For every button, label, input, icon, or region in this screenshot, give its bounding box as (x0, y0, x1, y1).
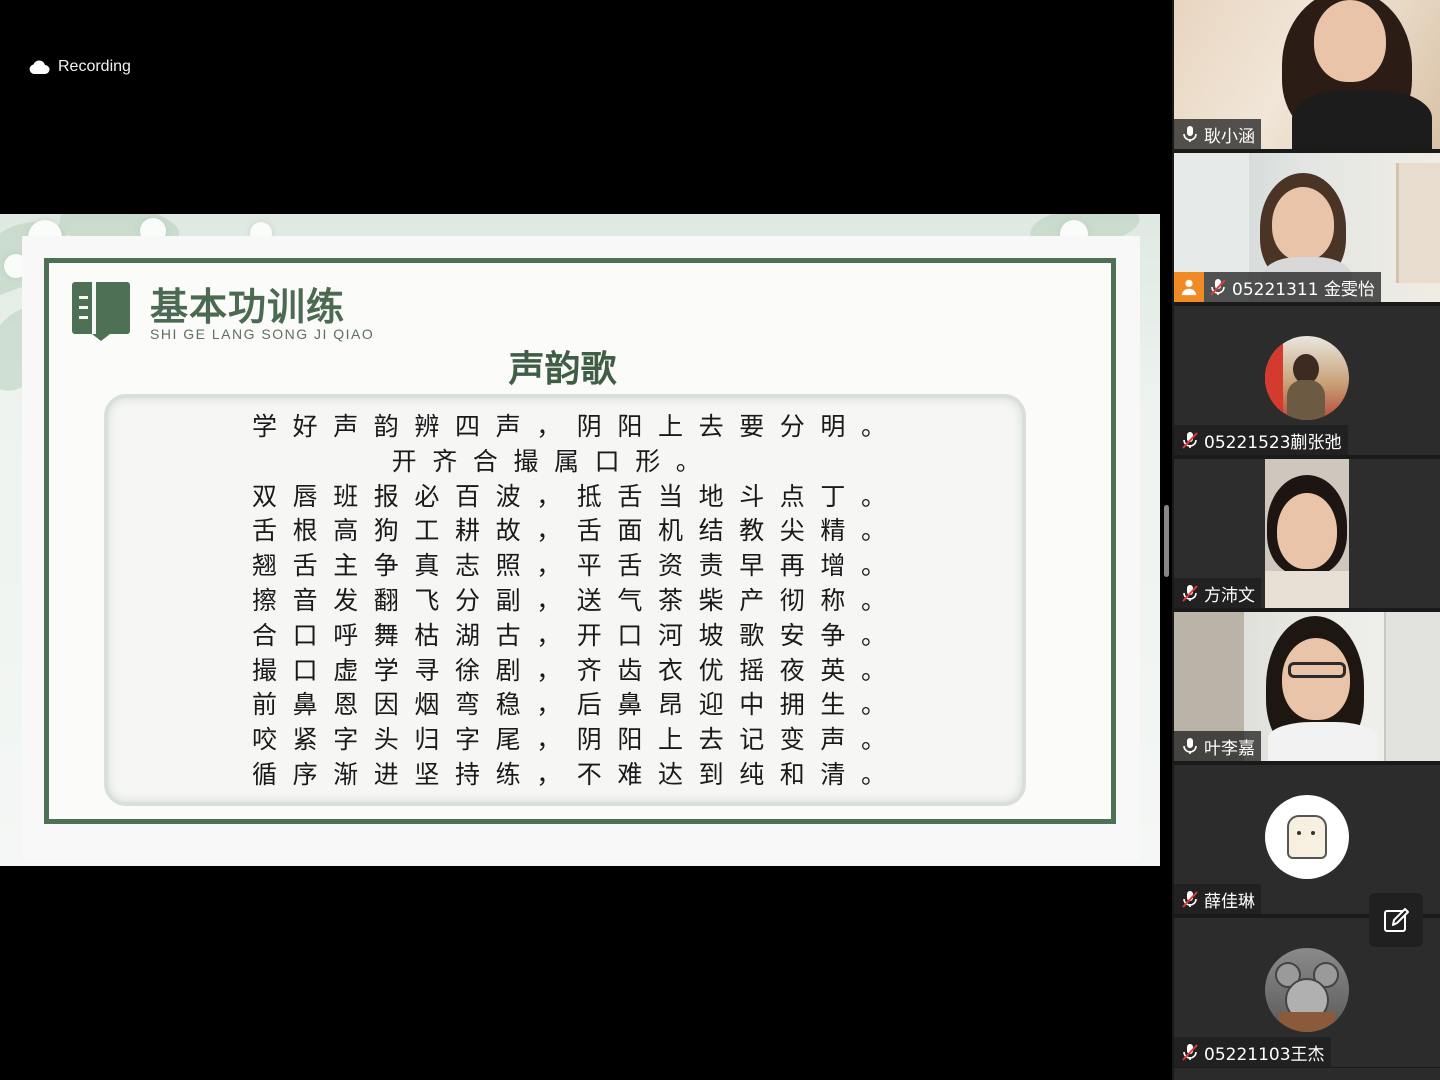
edit-pencil-icon (1384, 908, 1409, 932)
book-icon (72, 282, 130, 341)
poem-text: 学好声韵辨四声，阴阳上去要分明。 开齐合撮属口形。 双唇班报必百波，抵舌当地斗点… (252, 410, 902, 793)
participant-name-tag: 方沛文 (1174, 578, 1261, 608)
scrollbar[interactable] (1164, 505, 1169, 577)
poem-line: 撮口虚学寻徐剧，齐齿衣优摇夜英。 (252, 655, 902, 685)
participant-name-tag: 05221103王杰 (1174, 1037, 1331, 1067)
muted-microphone-icon (1182, 1044, 1198, 1061)
participant-name-tag: 05221523蒯张弛 (1174, 425, 1348, 455)
participant-tile[interactable]: 05221311 金雯怡 (1174, 153, 1440, 302)
participant-name: 叶李嘉 (1204, 738, 1255, 759)
participant-tile[interactable]: 耿小涵 (1174, 0, 1440, 149)
poem-title: 声韵歌 (508, 348, 617, 390)
annotate-button[interactable] (1369, 893, 1423, 947)
poem-line: 舌根高狗工耕故，舌面机结教尖精。 (252, 516, 902, 546)
participant-tile[interactable]: 叶李嘉 (1174, 612, 1440, 761)
person-icon (1181, 279, 1197, 296)
slide-title: 基本功训练 (150, 284, 346, 329)
cloud-icon (29, 60, 50, 74)
participant-tile[interactable]: 方沛文 (1174, 459, 1440, 608)
poem-line: 咬紧字头归字尾，阴阳上去记变声。 (252, 725, 902, 755)
poem-line: 翘舌主争真志照，平舌资责早再增。 (252, 551, 902, 581)
participant-name: 05221523蒯张弛 (1204, 432, 1342, 453)
poem-line: 开齐合撮属口形。 (391, 446, 717, 476)
participant-name: 05221311 金雯怡 (1232, 279, 1375, 300)
avatar (1265, 948, 1349, 1032)
participant-name-tag: 耿小涵 (1174, 119, 1261, 149)
poem-line: 擦音发翻飞分副，送气茶柴产彻称。 (252, 585, 902, 615)
poem-line: 学好声韵辨四声，阴阳上去要分明。 (252, 412, 902, 441)
microphone-icon (1183, 738, 1197, 754)
avatar (1265, 795, 1349, 879)
participant-name-tag: 薛佳琳 (1174, 884, 1261, 914)
recording-indicator: Recording (28, 58, 131, 76)
host-badge (1174, 272, 1204, 302)
poem-line: 双唇班报必百波，抵舌当地斗点丁。 (252, 481, 902, 511)
poem-line: 前鼻恩因烟弯稳，后鼻昂迎中拥生。 (252, 690, 902, 720)
poem-line: 合口呼舞枯湖古，开口河坡歌安争。 (252, 620, 902, 650)
participant-name: 耿小涵 (1204, 126, 1255, 147)
participant-name-tag: 05221311 金雯怡 (1174, 272, 1381, 302)
muted-microphone-icon (1182, 585, 1198, 602)
participant-name: 薛佳琳 (1204, 891, 1255, 912)
muted-microphone-icon (1210, 279, 1226, 296)
participant-tile[interactable]: 薛佳琳 (1174, 765, 1440, 914)
microphone-icon (1183, 126, 1197, 142)
participant-name: 方沛文 (1204, 585, 1255, 606)
recording-label: Recording (58, 58, 131, 75)
muted-microphone-icon (1182, 891, 1198, 908)
poem-line: 循序渐进坚持练，不难达到纯和清。 (252, 759, 902, 789)
slide-subtitle: SHI GE LANG SONG JI QIAO (150, 326, 375, 342)
participant-name-tag: 叶李嘉 (1174, 731, 1261, 761)
participant-name: 05221103王杰 (1204, 1044, 1325, 1065)
avatar (1265, 336, 1349, 420)
muted-microphone-icon (1182, 432, 1198, 449)
participant-tile[interactable]: 05221523蒯张弛 (1174, 306, 1440, 455)
next-participant-tile-edge (1174, 1068, 1440, 1080)
